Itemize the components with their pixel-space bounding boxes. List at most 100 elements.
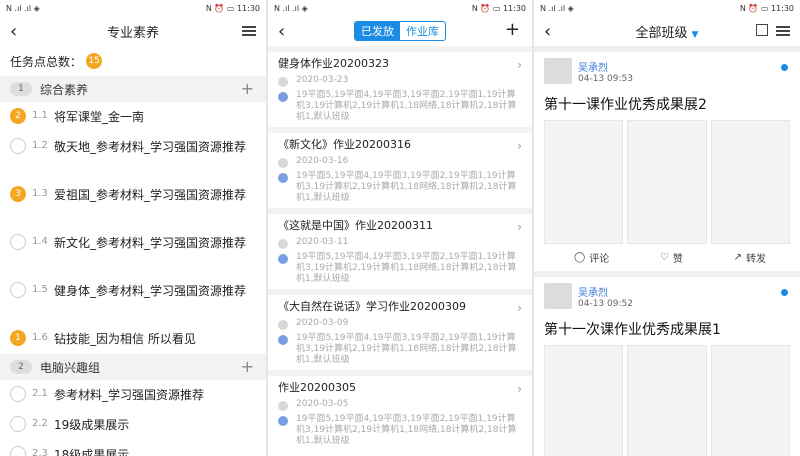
status-circle-icon [10, 282, 26, 298]
task-title: 18级成果展示 [54, 448, 130, 456]
chapter-number: 2 [10, 360, 32, 374]
date-row: 2020-03-23 [278, 75, 522, 87]
class-feed-panel: N .ıl .ıl ◈ N ⏰ ▭ 11:30 ‹ 全部班级 ▼ 吴承烈 04-13… [534, 0, 800, 456]
task-item[interactable]: 2 1.1 将军课堂_金一南 [0, 102, 266, 132]
task-title: 健身体_参考材料_学习强国资源推荐 [54, 284, 247, 298]
edit-icon[interactable] [756, 24, 768, 36]
task-number: 1.6 [32, 332, 48, 343]
chevron-right-icon: › [517, 382, 522, 396]
homework-item[interactable]: 健身体作业20200323 › 2020-03-23 19平面5,19平面4,19平面… [268, 46, 532, 127]
homework-list: 健身体作业20200323 › 2020-03-23 19平面5,19平面4,19平面… [268, 46, 532, 451]
avatar [544, 58, 572, 84]
tab-library[interactable]: 作业库 [400, 22, 445, 40]
post-image[interactable] [710, 120, 790, 244]
chapter-title: 综合素养 [40, 82, 89, 97]
homework-title: 《大自然在说话》学习作业20200309 [278, 300, 466, 313]
chapter-header[interactable]: 2 电脑兴趣组 + [0, 354, 266, 380]
task-item[interactable]: 2.2 19级成果展示 [0, 410, 266, 440]
date-row: 2020-03-05 [278, 399, 522, 411]
task-item[interactable]: 3 1.3 爱祖国_参考材料_学习强国资源推荐 [0, 180, 266, 228]
task-title: 参考材料_学习强国资源推荐 [54, 388, 205, 402]
task-item[interactable]: 1.4 新文化_参考材料_学习强国资源推荐 [0, 228, 266, 276]
class-row: 19平面5,19平面4,19平面3,19平面2,19平面1,19计算机3,19计… [278, 171, 522, 204]
add-icon[interactable]: + [241, 357, 254, 376]
back-icon[interactable]: ‹ [278, 21, 285, 42]
comment-button[interactable]: ◯ 评论 [574, 250, 609, 265]
chevron-down-icon: ▼ [691, 29, 699, 40]
class-icon [278, 335, 288, 345]
homework-item[interactable]: 《新文化》作业20200316 › 2020-03-16 19平面5,19平面4,19… [268, 127, 532, 208]
post-title: 第十一课作业优秀成果展2 [544, 97, 707, 113]
task-item[interactable]: 2.3 18级成果展示 [0, 440, 266, 456]
class-row: 19平面5,19平面4,19平面3,19平面2,19平面1,19计算机3,19计… [278, 414, 522, 447]
menu-icon[interactable] [242, 26, 256, 36]
homework-item[interactable]: 《这就是中国》作业20200311 › 2020-03-11 19平面5,19平面4,… [268, 208, 532, 289]
status-circle-icon [10, 386, 26, 402]
post-meta: 吴承烈 04-13 09:53 [578, 59, 633, 84]
add-icon[interactable]: + [505, 19, 520, 40]
post-header: 吴承烈 04-13 09:53 [544, 58, 790, 84]
tab-switch: 已发放 作业库 [354, 21, 446, 41]
task-title: 敬天地_参考材料_学习强国资源推荐 [54, 140, 247, 154]
homework-date: 2020-03-05 [296, 399, 349, 409]
homework-classes: 19平面5,19平面4,19平面3,19平面2,19平面1,19计算机3,19计… [296, 414, 517, 446]
homework-title: 作业20200305 [278, 381, 356, 394]
post-header: 吴承烈 04-13 09:52 [544, 283, 790, 309]
class-row: 19平面5,19平面4,19平面3,19平面2,19平面1,19计算机3,19计… [278, 333, 522, 366]
task-title: 19级成果展示 [54, 418, 130, 432]
class-filter[interactable]: 全部班级 ▼ [636, 22, 699, 41]
tab-issued[interactable]: 已发放 [355, 22, 400, 40]
task-item[interactable]: 1 1.6 钻技能_因为相信 所以看见 [0, 324, 266, 354]
author-name[interactable]: 吴承烈 [578, 284, 633, 299]
homework-date: 2020-03-11 [296, 237, 349, 247]
back-icon[interactable]: ‹ [544, 21, 551, 42]
header: ‹ 专业素养 [0, 16, 266, 46]
homework-title: 健身体作业20200323 [278, 57, 389, 70]
task-item[interactable]: 1.5 健身体_参考材料_学习强国资源推荐 [0, 276, 266, 324]
add-icon[interactable]: + [241, 79, 254, 98]
clock-icon [278, 239, 288, 249]
post-image[interactable] [710, 345, 790, 456]
task-badge: 2 [10, 108, 26, 124]
task-title: 爱祖国_参考材料_学习强国资源推荐 [54, 188, 247, 202]
post-image[interactable] [627, 120, 707, 244]
clock-icon [278, 77, 288, 87]
task-number: 1.1 [32, 110, 48, 121]
post-list: 吴承烈 04-13 09:53 第十一课作业优秀成果展2 ◯ 评论 ♡ 赞 ↗ 转发 吴承烈 04-… [534, 52, 800, 456]
task-title: 将军课堂_金一南 [54, 110, 145, 124]
chevron-right-icon: › [517, 220, 522, 234]
chevron-right-icon: › [517, 301, 522, 315]
menu-icon[interactable] [776, 26, 790, 36]
homework-classes: 19平面5,19平面4,19平面3,19平面2,19平面1,19计算机3,19计… [296, 252, 517, 284]
share-button[interactable]: ↗ 转发 [734, 250, 766, 265]
homework-date: 2020-03-23 [296, 75, 349, 85]
post-image[interactable] [627, 345, 707, 456]
like-button[interactable]: ♡ 赞 [660, 250, 683, 265]
post-card[interactable]: 吴承烈 04-13 09:52 第十一次课作业优秀成果展1 [534, 277, 800, 456]
clock-icon [278, 401, 288, 411]
task-item[interactable]: 1.2 敬天地_参考材料_学习强国资源推荐 [0, 132, 266, 180]
task-item[interactable]: 2.1 参考材料_学习强国资源推荐 [0, 380, 266, 410]
chapter-list: 1 综合素养 +2 1.1 将军课堂_金一南 1.2 敬天地_参考材料_学习强国资源推荐 3 1… [0, 76, 266, 456]
clock-icon [278, 320, 288, 330]
post-image[interactable] [544, 345, 624, 456]
homework-classes: 19平面5,19平面4,19平面3,19平面2,19平面1,19计算机3,19计… [296, 90, 517, 122]
comment-icon: ◯ [574, 252, 586, 263]
post-image[interactable] [544, 120, 624, 244]
unread-dot [781, 64, 788, 71]
post-card[interactable]: 吴承烈 04-13 09:53 第十一课作业优秀成果展2 ◯ 评论 ♡ 赞 ↗ 转发 [534, 52, 800, 271]
author-name[interactable]: 吴承烈 [578, 59, 633, 74]
page-title: 专业素养 [106, 25, 159, 41]
status-bar: N .ıl .ıl ◈ N ⏰ ▭ 11:30 [534, 0, 800, 16]
chapter-header[interactable]: 1 综合素养 + [0, 76, 266, 102]
unread-dot [781, 289, 788, 296]
task-number: 2.3 [32, 448, 48, 456]
status-circle-icon [10, 234, 26, 250]
back-icon[interactable]: ‹ [10, 21, 17, 42]
class-icon [278, 92, 288, 102]
task-total: 任务点总数： 15 [0, 46, 266, 76]
like-label: 赞 [672, 254, 683, 265]
header: ‹ 已发放 作业库 + [268, 16, 532, 46]
homework-item[interactable]: 作业20200305 › 2020-03-05 19平面5,19平面4,19平面3,1… [268, 370, 532, 451]
homework-item[interactable]: 《大自然在说话》学习作业20200309 › 2020-03-09 19平面5,19平… [268, 289, 532, 370]
